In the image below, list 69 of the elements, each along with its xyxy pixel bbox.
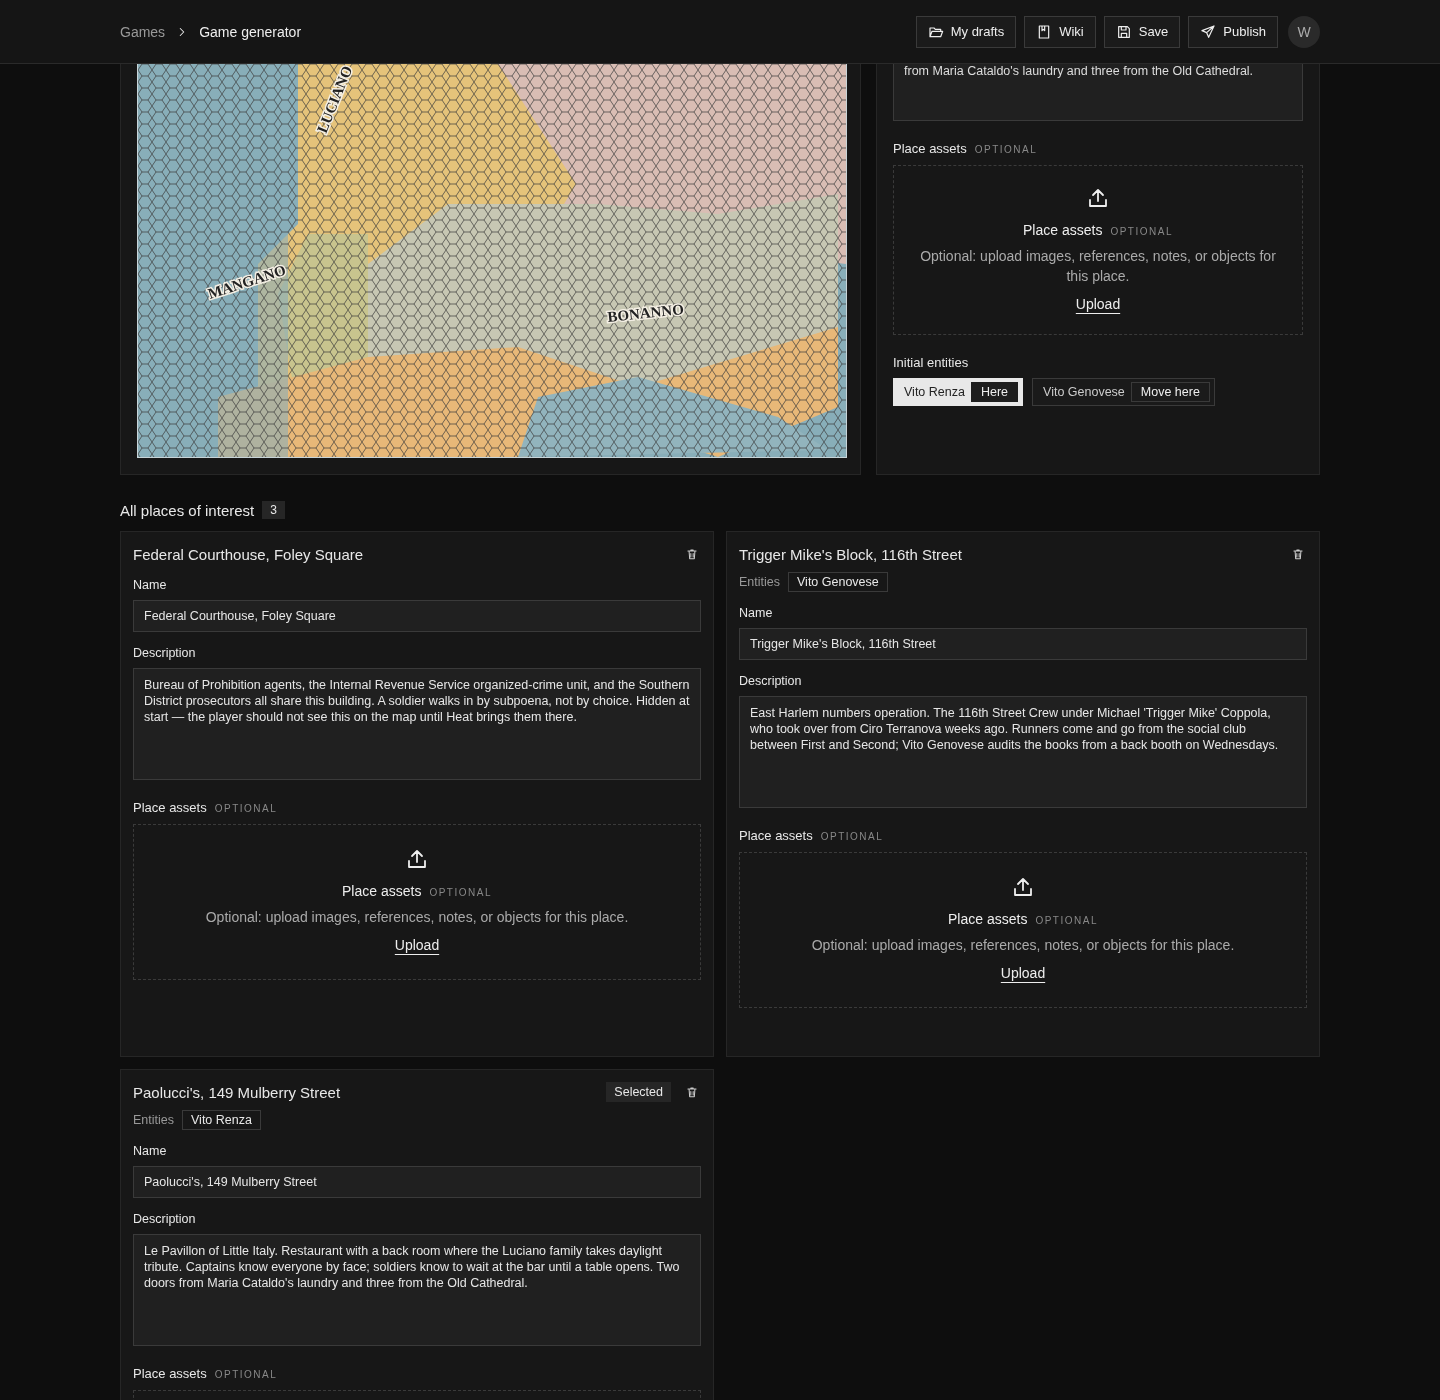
field-label: Place assets [739, 828, 813, 843]
upload-link[interactable]: Upload [1000, 963, 1046, 983]
dropzone-title: Place assets [948, 911, 1028, 927]
upload-dropzone[interactable]: Place assets OPTIONAL Optional: upload images, references, notes, or objects for this place. Upload [893, 165, 1303, 335]
move-button[interactable]: Here [970, 382, 1018, 402]
save-icon [1115, 23, 1132, 40]
optional-tag: OPTIONAL [214, 803, 278, 814]
toolbar-button[interactable]: My drafts [915, 15, 1017, 48]
upload-dropzone[interactable]: Place assets OPTIONAL Optional: upload images, references, notes, or objects for this place. Upload [133, 824, 701, 980]
send-icon [1200, 23, 1217, 40]
dropzone-title: Place assets [342, 883, 422, 899]
breadcrumb-link[interactable]: Games [120, 23, 166, 40]
optional-tag: OPTIONAL [214, 1369, 278, 1380]
entity-tag: Vito Genovese [788, 572, 888, 592]
upload-dropzone[interactable]: Place assets OPTIONAL Optional: upload images, references, notes, or objects for this place. Upload [739, 852, 1307, 1008]
field-label: Name [739, 606, 774, 620]
field-label: Name [133, 1144, 168, 1158]
optional-tag: OPTIONAL [1110, 226, 1173, 237]
dropzone-hint: Optional: upload images, references, notes, or objects for this place. [811, 936, 1235, 955]
count-badge: 3 [262, 501, 285, 519]
optional-tag: OPTIONAL [429, 887, 492, 898]
description-field[interactable]: Bureau of Prohibition agents, the Internal Revenue Service organized-crime unit, and the Southern District prosecutors all share this building. A soldier walks in by subpoena, not by choice. Hidden at start — the player should not see this on the map until Heat brings them there. [133, 668, 701, 780]
optional-tag: OPTIONAL [974, 144, 1038, 155]
place-title: Paolucci's, 149 Mulberry Street [133, 1083, 341, 1101]
entity-chip[interactable]: Vito Genovese Move here [1032, 378, 1215, 406]
map-label: BONANNO [606, 301, 685, 325]
entity-name: Vito Genovese [1043, 385, 1125, 399]
entities-label: Entities [133, 1113, 174, 1127]
upload-icon [405, 847, 429, 871]
trash-icon [1291, 547, 1305, 561]
description-field[interactable]: Le Pavillon of Little Italy. Restaurant with a back room where the Luciano family takes daylight tribute. Captains know everyone by face; soldiers know to wait at the bar until a table opens. Two doors from Maria Cataldo's laundry and three from the Old Cathedral. [133, 1234, 701, 1346]
name-field[interactable]: Trigger Mike's Block, 116th Street [739, 628, 1307, 660]
move-button[interactable]: Move here [1130, 382, 1210, 402]
field-label: Place assets [133, 1366, 207, 1381]
place-title: Trigger Mike's Block, 116th Street [739, 545, 962, 563]
name-field[interactable]: Federal Courthouse, Foley Square [133, 600, 701, 632]
selected-badge: Selected [606, 1082, 671, 1102]
section-heading: All places of interest [120, 501, 255, 519]
breadcrumb-link[interactable]: Game generator [199, 23, 302, 40]
toolbar-button[interactable]: Save [1103, 15, 1181, 48]
name-field[interactable]: Paolucci's, 149 Mulberry Street [133, 1166, 701, 1198]
upload-icon [1086, 186, 1110, 210]
trash-icon [685, 1085, 699, 1099]
entity-tag: Vito Renza [182, 1110, 261, 1130]
upload-link[interactable]: Upload [1075, 294, 1121, 314]
entity-name: Vito Renza [904, 385, 965, 399]
description-field[interactable]: East Harlem numbers operation. The 116th Street Crew under Michael 'Trigger Mike' Coppola, who took over from Ciro Terranova weeks ago. Runners come and go from the social club between First and Second; Vito Genovese audits the books from a back booth on Wednesdays. [739, 696, 1307, 808]
field-label: Description [133, 1212, 197, 1226]
entities-label: Entities [739, 575, 780, 589]
upload-icon [1011, 875, 1035, 899]
toolbar-button[interactable]: Publish [1188, 15, 1278, 48]
field-label: Initial entities [893, 355, 969, 370]
optional-tag: OPTIONAL [820, 831, 884, 842]
toolbar-button[interactable]: Wiki [1024, 15, 1096, 48]
field-label: Name [133, 578, 168, 592]
field-label: Description [739, 674, 803, 688]
field-label: Place assets [893, 141, 967, 156]
trash-icon [685, 547, 699, 561]
entity-chip[interactable]: Vito Renza Here [893, 378, 1023, 406]
description-field[interactable]: from Maria Cataldo's laundry and three from the Old Cathedral. [893, 64, 1303, 121]
place-title: Federal Courthouse, Foley Square [133, 545, 364, 563]
user-avatar[interactable]: W [1288, 15, 1320, 48]
field-label: Description [133, 646, 197, 660]
dropzone-hint: Optional: upload images, references, notes, or objects for this place. [919, 247, 1277, 286]
upload-link[interactable]: Upload [394, 935, 440, 955]
dropzone-hint: Optional: upload images, references, notes, or objects for this place. [205, 908, 629, 927]
optional-tag: OPTIONAL [1035, 915, 1098, 926]
dropzone-title: Place assets [1023, 222, 1103, 238]
field-label: Place assets [133, 800, 207, 815]
